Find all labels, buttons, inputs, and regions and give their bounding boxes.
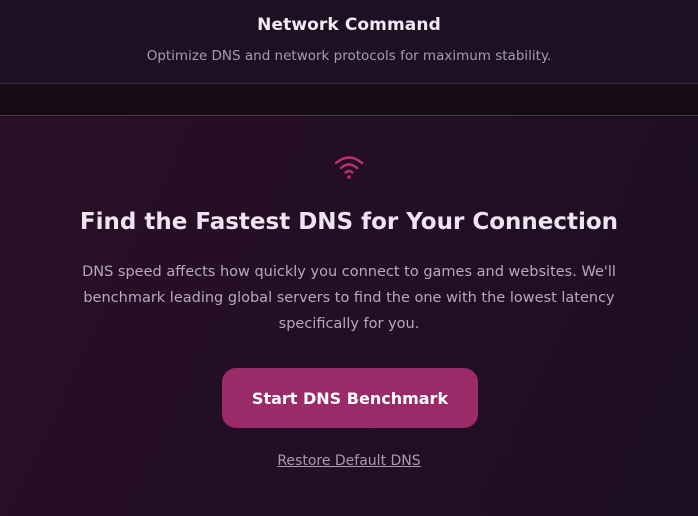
header: Network Command Optimize DNS and network… [0, 0, 698, 84]
card-headline: Find the Fastest DNS for Your Connection [79, 209, 619, 235]
page-subtitle: Optimize DNS and network protocols for m… [146, 48, 552, 64]
page-title: Network Command [257, 15, 441, 35]
dns-benchmark-card: Find the Fastest DNS for Your Connection… [0, 117, 698, 516]
wifi-icon [334, 156, 364, 179]
restore-default-dns-link[interactable]: Restore Default DNS [0, 453, 698, 469]
page: Network Command Optimize DNS and network… [0, 0, 698, 516]
start-dns-benchmark-button[interactable]: Start DNS Benchmark [222, 368, 478, 428]
divider-strip [0, 85, 698, 116]
card-description: DNS speed affects how quickly you connec… [82, 264, 616, 332]
